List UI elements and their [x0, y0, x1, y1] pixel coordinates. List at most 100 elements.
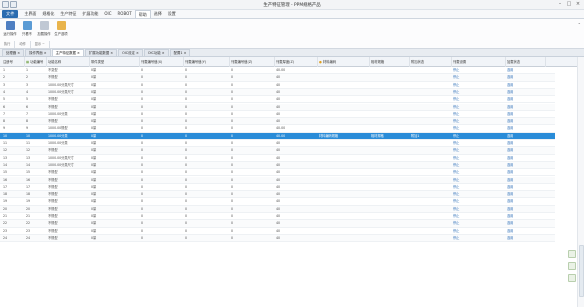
close-button[interactable]: × — [574, 1, 582, 8]
table-cell: 6 — [3, 104, 6, 109]
ribbon-button[interactable]: 运行操作 — [3, 21, 17, 39]
document-tab[interactable]: 配置1 × — [169, 49, 191, 56]
column-header[interactable]: 加载状态 — [506, 57, 546, 67]
ribbon-button[interactable]: 生产选项 — [54, 21, 68, 39]
menu-bar: 文件 主界面 规格化 生产特征 扩展功能 OIC ROBOT 帮助 选择 设置 — [0, 10, 584, 19]
table-row[interactable]: 2 2 不规型 0量 0 0 0 40 停止 选用 — [0, 74, 555, 82]
table-cell: 0量 — [91, 68, 97, 72]
menu-item[interactable]: 帮助 — [134, 10, 151, 18]
table-row[interactable]: 22 22 不规型 0量 0 0 0 40 停止 选用 — [0, 220, 555, 228]
table-row[interactable]: 18 18 不规型 0量 0 0 0 40 停止 选用 — [0, 191, 555, 199]
file-menu[interactable]: 文件 — [2, 10, 19, 18]
table-row[interactable]: 7 7 1000.00分类 0量 0 0 0 40 停止 选用 — [0, 111, 555, 119]
table-cell: 0 — [141, 192, 144, 197]
table-row[interactable]: 16 16 不规型 0量 0 0 0 40 停止 选用 — [0, 176, 555, 184]
table-row[interactable]: 14 14 1000.00分类尺寸 0量 0 0 0 40 停止 选用 — [0, 161, 555, 170]
column-header[interactable]: 刊载编号值(X) — [140, 57, 184, 67]
ribbon-button[interactable]: 加载操作 — [37, 21, 51, 39]
menu-item[interactable]: ROBOT — [115, 10, 135, 18]
column-header[interactable]: 相材规格 — [370, 57, 410, 67]
table-cell — [410, 74, 452, 81]
table-cell: 40 — [276, 119, 281, 124]
table-row[interactable]: 11 11 1000.00分类 0量 0 0 0 40 停止 选用 — [0, 140, 555, 148]
table-row[interactable]: 8 8 不规型 0量 0 0 0 40 停止 选用 — [0, 118, 555, 126]
column-header[interactable]: 附加状态 — [410, 57, 452, 67]
window-title: 生产特征管理 - PPM规格产品 — [263, 3, 321, 8]
scroll-thumb[interactable] — [579, 245, 584, 297]
table-cell: 选用 — [507, 75, 514, 80]
filter-icon[interactable] — [568, 262, 576, 270]
table-row[interactable]: 12 12 不规型 0量 0 0 0 40 停止 选用 — [0, 147, 555, 155]
table-cell — [318, 82, 370, 89]
table-cell: 1000.00分类尺寸 — [48, 162, 74, 167]
restore-button[interactable]: □ — [565, 1, 573, 8]
column-header[interactable]: 刊载设置 — [452, 57, 506, 67]
table-cell: 不规型 — [48, 177, 58, 182]
table-cell — [410, 191, 452, 198]
expand-icon[interactable] — [568, 250, 576, 258]
document-tab[interactable]: OIC功能 × — [143, 49, 169, 56]
table-row[interactable]: 21 21 不规型 0量 0 0 0 40 停止 选用 — [0, 213, 555, 221]
table-cell: 0量 — [91, 228, 97, 233]
table-row[interactable]: 13 13 1000.00分类尺寸 0量 0 0 0 40 停止 选用 — [0, 155, 555, 162]
column-header[interactable]: ▦ 功能编号 — [25, 57, 47, 67]
ribbon-collapse-icon[interactable]: ⌃ — [578, 22, 581, 27]
column-header[interactable]: 刊载编号值(Z) — [230, 57, 275, 67]
table-cell: 0 — [141, 155, 144, 160]
table-cell: 12 — [3, 148, 8, 153]
column-header[interactable]: 带件类型 — [90, 57, 140, 67]
table-cell: 7 — [26, 111, 29, 116]
table-row[interactable]: 17 17 不规型 0量 0 0 0 40 停止 选用 — [0, 184, 555, 192]
table-cell: 停止 — [453, 89, 460, 94]
document-tab[interactable]: 处理器 × — [2, 49, 25, 56]
menu-item[interactable]: 主界面 — [21, 10, 39, 18]
settings-icon[interactable] — [568, 274, 576, 282]
menu-item[interactable]: 选择 — [151, 10, 165, 18]
minimize-button[interactable]: – — [556, 1, 564, 8]
ribbon-group-label: 动作 — [15, 41, 31, 48]
ribbon-button-label: 只看不 — [22, 32, 32, 36]
column-header[interactable]: 刊载厚度(Z) — [275, 57, 318, 67]
table-cell: 0 — [141, 68, 144, 72]
table-row[interactable]: 4 4 1000.00分类尺寸 0量 0 0 0 40 停止 选用 — [0, 88, 555, 97]
table-cell: 18 — [26, 192, 31, 197]
column-header[interactable]: 注册号 — [2, 57, 25, 67]
table-row[interactable]: 6 6 不规型 0量 0 0 0 40 停止 选用 — [0, 103, 555, 111]
table-row[interactable]: 10 10 1000.00分类 0量 0 0 0 40.00 材料编码规格 相材规格 附加1 停止 选用 — [0, 132, 555, 140]
table-cell: 40 — [276, 155, 281, 160]
table-cell: 0 — [231, 104, 234, 109]
vertical-scrollbar[interactable] — [577, 57, 584, 307]
table-row[interactable]: 20 20 不规型 0量 0 0 0 40 停止 选用 — [0, 205, 555, 213]
menu-item[interactable]: 生产特征 — [57, 10, 79, 18]
table-cell — [318, 206, 370, 213]
document-tab[interactable]: 操作界面 × — [25, 49, 51, 56]
table-row[interactable]: 3 3 1000.00分类尺寸 0量 0 0 0 40 停止 选用 — [0, 82, 555, 89]
column-header[interactable]: ● 材料编码 — [318, 57, 370, 67]
menu-item[interactable]: OIC — [101, 10, 114, 18]
column-header[interactable]: 功能名称 — [47, 57, 90, 67]
table-row[interactable]: 15 15 不规型 0量 0 0 0 40 停止 选用 — [0, 169, 555, 177]
menu-item[interactable]: 设置 — [165, 10, 179, 18]
load-icon — [39, 21, 49, 30]
document-tab[interactable]: 主产特征数据 × — [51, 49, 84, 56]
table-cell: 0量 — [91, 162, 97, 167]
menu-item[interactable]: 规格化 — [39, 10, 57, 18]
table-cell: 相材规格 — [371, 133, 384, 138]
table-row[interactable]: 5 5 不规型 0量 0 0 0 40 停止 选用 — [0, 96, 555, 104]
document-tab[interactable]: OIC设定 × — [118, 49, 143, 56]
table-row[interactable]: 9 9 1000.00规型 0量 0 0 0 40.00 停止 选用 — [0, 125, 555, 133]
column-header-label: 刊载厚度(Z) — [276, 60, 295, 64]
table-row[interactable]: 23 23 不规型 0量 0 0 0 40 停止 选用 — [0, 228, 555, 235]
table-cell — [410, 198, 452, 205]
table-cell: 4 — [26, 89, 29, 94]
table-cell — [318, 162, 370, 169]
table-row[interactable]: 1 1 不变型 0量 0 0 0 40.00 停止 选用 — [0, 67, 555, 75]
table-row[interactable]: 24 24 不规型 0量 0 0 0 40 停止 选用 — [0, 234, 555, 243]
menu-item[interactable]: 扩展功能 — [79, 10, 101, 18]
table-cell: 19 — [3, 199, 8, 204]
table-cell — [370, 104, 410, 111]
ribbon-button[interactable]: 只看不 — [20, 21, 34, 39]
document-tab[interactable]: 扩展功能数据 × — [84, 49, 118, 56]
table-row[interactable]: 19 19 不规型 0量 0 0 0 40 停止 选用 — [0, 198, 555, 206]
column-header[interactable]: 刊载编号值(Y) — [184, 57, 230, 67]
